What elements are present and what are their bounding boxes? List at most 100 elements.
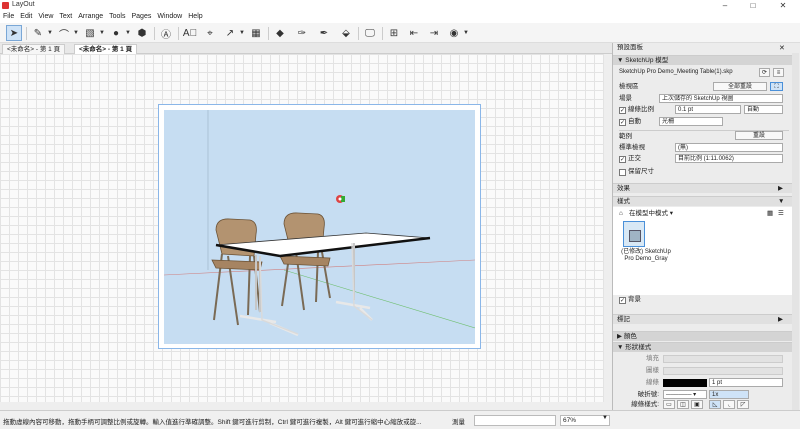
menu-window[interactable]: Window [154, 11, 185, 23]
previous-page-icon[interactable]: ⇤ [406, 25, 422, 41]
text-tool-icon[interactable]: Ⓐ [158, 25, 174, 41]
shape-style-section-header[interactable]: ▼ 形狀樣式 [613, 342, 793, 352]
line-tool-dropdown-icon[interactable]: ▼ [47, 30, 53, 36]
canvas-horizontal-scrollbar[interactable] [0, 402, 612, 410]
measurement-input[interactable] [474, 415, 556, 426]
effects-section-header[interactable]: 效果 ▶ [613, 183, 793, 193]
model-menu-icon[interactable]: ≡ [773, 68, 784, 77]
toolbar-separator [358, 27, 359, 40]
menu-text[interactable]: Text [56, 11, 75, 23]
ortho-scale-select[interactable]: 目前比例 (1:11.0062) [675, 154, 783, 163]
menu-view[interactable]: View [35, 11, 56, 23]
stroke-label[interactable]: 線條 [619, 378, 659, 387]
expand-arrow-icon: ▶ [617, 333, 624, 340]
arc-tool-icon[interactable]: ⌒ [56, 25, 72, 41]
dimension-linear-icon[interactable]: ↗ [222, 25, 238, 41]
close-button[interactable]: ✕ [772, 0, 794, 11]
style-tool-icon[interactable]: ✒ [316, 25, 332, 41]
table-tool-icon[interactable]: ▦ [248, 25, 264, 41]
colors-section-header[interactable]: ▶ 顏色 [613, 331, 793, 341]
next-page-icon[interactable]: ⇥ [426, 25, 442, 41]
menu-edit[interactable]: Edit [17, 11, 35, 23]
standard-view-select[interactable]: (無) [675, 143, 783, 152]
presentation-icon[interactable]: 🖵 [362, 25, 378, 41]
document-tab-active[interactable]: <未命名> - 第 1 頁 [74, 44, 138, 54]
background-checkbox[interactable]: ✓ [619, 297, 626, 304]
arc-tool-dropdown-icon[interactable]: ▼ [73, 30, 79, 36]
status-hint-text: 拖動虛線內容可移動，拖動手柄可調整比例或旋轉。輸入值進行準確調整。Shift 鍵… [3, 419, 422, 426]
dash-pattern-select[interactable]: ────── ▾ [663, 390, 707, 399]
preserve-scale-checkbox[interactable] [619, 169, 626, 176]
circle-tool-dropdown-icon[interactable]: ▼ [125, 30, 131, 36]
toolbar-separator [154, 27, 155, 40]
refresh-model-icon[interactable]: ⟳ [759, 68, 770, 77]
cap-style-butt-icon[interactable]: ▭ [663, 400, 675, 409]
panel-scrollbar[interactable] [792, 53, 799, 410]
select-tool-icon[interactable]: ➤ [6, 25, 22, 41]
line-scale-mode-select[interactable]: 自動 [744, 105, 783, 114]
menu-help[interactable]: Help [185, 11, 205, 23]
line-scale-input[interactable]: 0.1 pt [675, 105, 741, 114]
list-view-icon[interactable]: ☰ [778, 209, 784, 218]
sketchup-reference-icon[interactable]: ◉ [446, 25, 462, 41]
minimize-button[interactable]: – [714, 0, 736, 11]
shape-style-label: 形狀樣式 [625, 344, 652, 351]
join-style-bevel-icon[interactable]: ◸ [737, 400, 749, 409]
line-tool-icon[interactable]: ✎ [30, 25, 46, 41]
render-mode-select[interactable]: 光柵 [659, 117, 723, 126]
dimension-dropdown-icon[interactable]: ▼ [239, 30, 245, 36]
auto-render-checkbox[interactable]: ✓ [619, 119, 626, 126]
ortho-checkbox[interactable]: ✓ [619, 156, 626, 163]
menu-file[interactable]: File [0, 11, 17, 23]
tags-label: 標記 [617, 316, 630, 323]
section-sketchup-model-header[interactable]: ▼ SketchUp 模型 [613, 55, 793, 65]
style-thumbnail[interactable] [623, 221, 645, 247]
camera-icon[interactable]: ⛶ [770, 82, 783, 91]
label-tool-icon[interactable]: A⃞ [182, 25, 198, 41]
drawing-canvas[interactable] [0, 54, 604, 402]
add-page-icon[interactable]: ⊞ [386, 25, 402, 41]
polygon-tool-icon[interactable]: ⬢ [134, 25, 150, 41]
line-scale-checkbox[interactable]: ✓ [619, 107, 626, 114]
pattern-swatch[interactable] [663, 367, 783, 375]
scene-select[interactable]: 上次儲存的 SketchUp 視圖 [659, 94, 783, 103]
axis-gizmo-icon [336, 195, 345, 203]
stroke-width-select[interactable]: 1 pt [709, 378, 783, 387]
toolbar-separator [26, 27, 27, 40]
zoom-dropdown-icon[interactable]: ▼ [602, 415, 608, 421]
dash-scale-select[interactable]: 1x [709, 390, 749, 399]
sketchup-model-viewport[interactable] [164, 110, 475, 344]
circle-tool-icon[interactable]: ● [108, 25, 124, 41]
meeting-table-model-render [164, 110, 475, 337]
split-tool-icon[interactable]: ⬙ [338, 25, 354, 41]
effects-label: 效果 [617, 185, 630, 192]
join-style-round-icon[interactable]: ◟ [723, 400, 735, 409]
menu-tools[interactable]: Tools [106, 11, 128, 23]
panel-close-icon[interactable]: ✕ [779, 44, 785, 52]
canvas-vertical-scrollbar[interactable] [604, 54, 612, 402]
rectangle-tool-icon[interactable]: ▧ [82, 25, 98, 41]
reference-dropdown-icon[interactable]: ▼ [463, 30, 469, 36]
styles-section-header[interactable]: 樣式 ▼ [613, 196, 793, 206]
menu-pages[interactable]: Pages [128, 11, 154, 23]
tags-section-header[interactable]: 標記 ▶ [613, 314, 793, 324]
dimension-tool-icon[interactable]: ⌖ [202, 25, 218, 41]
home-icon[interactable]: ⌂ [619, 209, 623, 218]
cap-style-round-icon[interactable]: ◫ [677, 400, 689, 409]
grid-view-icon[interactable]: ▦ [767, 209, 773, 218]
fill-swatch[interactable] [663, 355, 783, 363]
eyedropper-tool-icon[interactable]: ✑ [294, 25, 310, 41]
document-tab[interactable]: <未命名> - 第 1 頁 [2, 44, 66, 54]
menu-arrange[interactable]: Arrange [75, 11, 106, 23]
rectangle-tool-dropdown-icon[interactable]: ▼ [99, 30, 105, 36]
in-model-styles-select[interactable]: 在模型中模式 ▾ [629, 209, 673, 218]
cap-style-square-icon[interactable]: ▣ [691, 400, 703, 409]
pattern-label[interactable]: 圖樣 [619, 366, 659, 375]
fill-label[interactable]: 填充 [619, 354, 659, 363]
reset-all-button[interactable]: 全部重設 [713, 82, 767, 91]
stroke-color-swatch[interactable] [663, 379, 707, 387]
camera-reset-button[interactable]: 重設 [735, 131, 783, 140]
join-style-miter-icon[interactable]: ◺ [709, 400, 721, 409]
eraser-tool-icon[interactable]: ◆ [272, 25, 288, 41]
maximize-button[interactable]: □ [742, 0, 764, 11]
